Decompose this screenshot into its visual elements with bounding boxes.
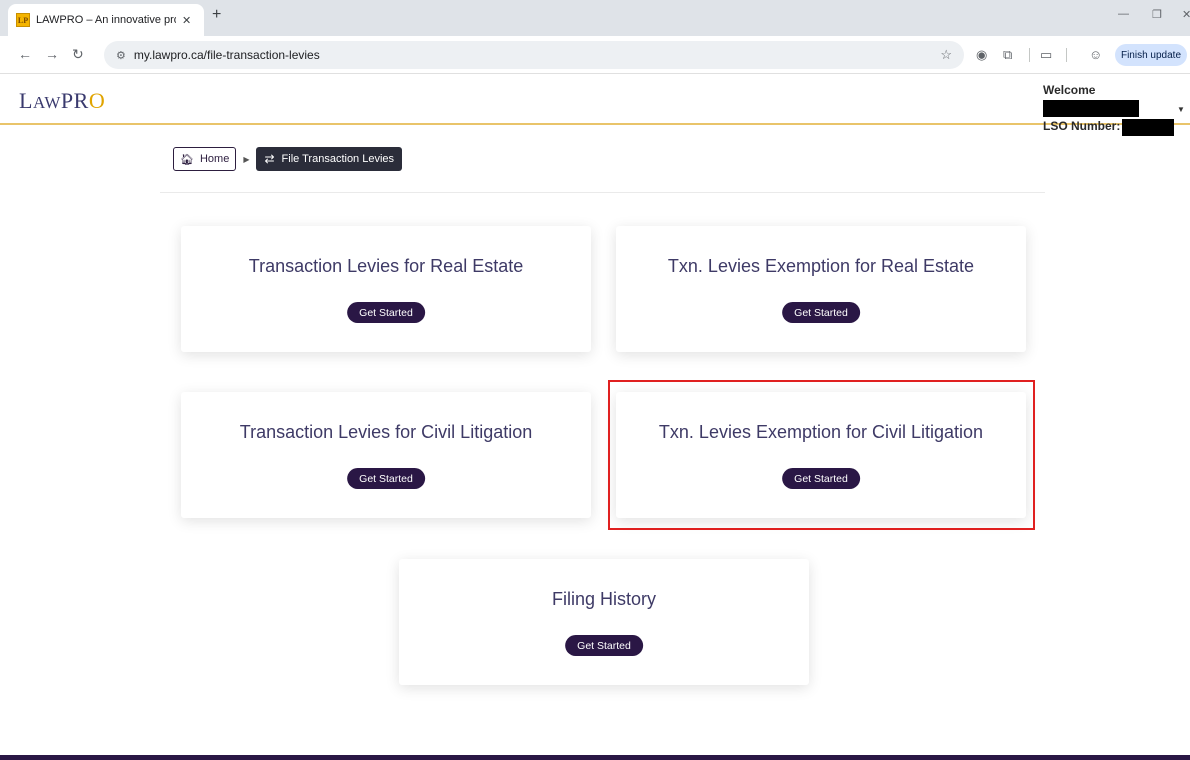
lawpro-logo[interactable]: LAWPRO <box>19 88 105 114</box>
star-icon[interactable]: ☆ <box>940 47 952 63</box>
toolbar-separator <box>1029 48 1030 62</box>
card-title: Filing History <box>551 589 657 609</box>
url-text: my.lawpro.ca/file-transaction-levies <box>133 48 320 62</box>
profile-icon[interactable]: ☺ <box>1089 47 1102 62</box>
breadcrumb-current: ⇄ File Transaction Levies <box>256 147 403 171</box>
get-started-button[interactable]: Get Started <box>347 468 425 489</box>
logo-letter-o: O <box>88 88 106 113</box>
get-started-button[interactable]: Get Started <box>565 635 643 656</box>
address-bar[interactable]: ⚙ my.lawpro.ca/file-transaction-levies ☆ <box>104 41 964 69</box>
exchange-icon: ⇄ <box>264 152 275 166</box>
google-lens-icon[interactable]: ◉ <box>976 47 987 63</box>
lawpro-favicon-icon: LP <box>16 13 30 27</box>
welcome-label: Welcome <box>1043 83 1096 97</box>
footer-bar <box>0 755 1190 760</box>
section-divider <box>160 192 1045 193</box>
browser-toolbar: ← → ↻ ⚙ my.lawpro.ca/file-transaction-le… <box>0 36 1190 74</box>
chevron-down-icon[interactable]: ▼ <box>1177 105 1185 114</box>
card-title: Transaction Levies for Real Estate <box>248 256 524 276</box>
card-title: Transaction Levies for Civil Litigation <box>239 422 533 442</box>
card-title: Txn. Levies Exemption for Real Estate <box>667 256 975 276</box>
breadcrumb-current-label: File Transaction Levies <box>281 153 395 165</box>
tab-close-icon[interactable]: ✕ <box>182 14 191 27</box>
forward-icon[interactable]: → <box>45 46 59 62</box>
lso-number-label: LSO Number: <box>1043 119 1121 134</box>
logo-letters-aw: AW <box>32 93 61 112</box>
site-header: LAWPRO Welcome LSO Number: ▼ <box>0 74 1190 136</box>
back-icon[interactable]: ← <box>18 46 32 62</box>
reading-mode-icon[interactable]: ▭ <box>1040 47 1052 63</box>
card-filing-history: Filing History Get Started <box>399 559 809 685</box>
get-started-button[interactable]: Get Started <box>347 302 425 323</box>
redacted-username <box>1043 100 1139 118</box>
get-started-button[interactable]: Get Started <box>782 302 860 323</box>
chevron-right-icon: ▶ <box>243 154 250 164</box>
site-info-icon[interactable]: ⚙ <box>116 49 126 62</box>
highlight-box <box>608 380 1035 530</box>
breadcrumb-home-label: Home <box>199 153 230 165</box>
logo-letter-l: L <box>19 88 33 113</box>
minimize-icon[interactable]: — <box>1118 8 1129 20</box>
card-transaction-levies-real-estate: Transaction Levies for Real Estate Get S… <box>181 226 591 352</box>
close-window-icon[interactable]: ✕ <box>1182 8 1190 21</box>
extensions-icon[interactable]: ⧉ <box>1003 47 1012 63</box>
tab-title: LAWPRO – An innovative provic <box>36 14 176 26</box>
breadcrumb: 🏠︎ Home ▶ ⇄ File Transaction Levies <box>173 147 403 171</box>
new-tab-button[interactable]: + <box>212 6 221 24</box>
browser-tab-strip: LP LAWPRO – An innovative provic ✕ + — ❐… <box>0 0 1190 36</box>
card-exemption-real-estate: Txn. Levies Exemption for Real Estate Ge… <box>616 226 1026 352</box>
reload-icon[interactable]: ↻ <box>72 46 84 63</box>
finish-update-button[interactable]: Finish update <box>1115 44 1187 66</box>
breadcrumb-home[interactable]: 🏠︎ Home <box>173 147 237 171</box>
logo-letters-pr: PR <box>60 88 89 113</box>
browser-tab[interactable]: LP LAWPRO – An innovative provic ✕ <box>8 4 204 36</box>
user-menu[interactable]: Welcome LSO Number: <box>1043 81 1190 136</box>
home-icon: 🏠︎ <box>180 153 194 166</box>
redacted-lso-number <box>1122 118 1175 136</box>
restore-icon[interactable]: ❐ <box>1152 8 1162 21</box>
card-transaction-levies-civil-litigation: Transaction Levies for Civil Litigation … <box>181 392 591 518</box>
toolbar-separator <box>1066 48 1067 62</box>
